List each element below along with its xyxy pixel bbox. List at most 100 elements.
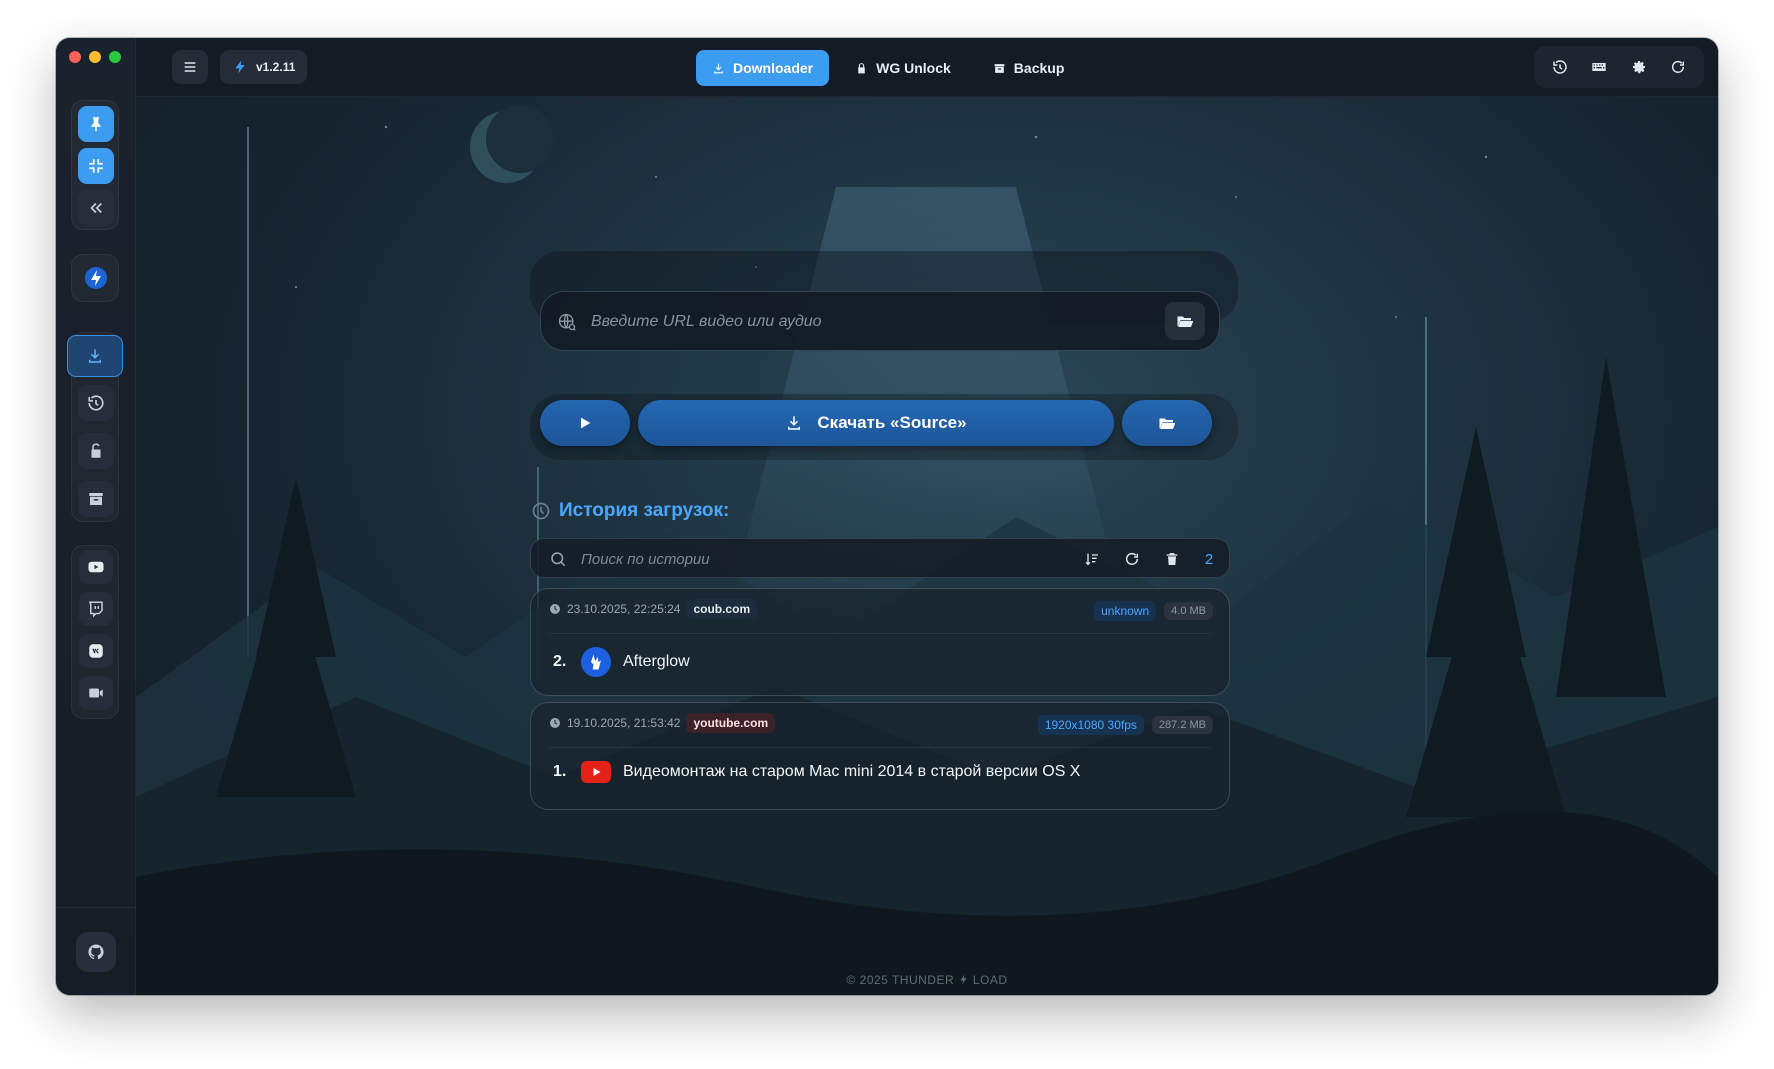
lightning-icon [235, 60, 245, 74]
history-title: История загрузок: [559, 500, 730, 521]
tab-label: Backup [1013, 60, 1065, 76]
lock-icon [858, 62, 865, 73]
history-button[interactable] [1544, 51, 1576, 83]
gear-icon [1632, 61, 1645, 74]
history-item[interactable]: 19.10.2025, 21:53:42 youtube.com 1920x10… [530, 702, 1230, 810]
archive-icon [994, 63, 1005, 73]
globe-search-icon [558, 313, 576, 331]
hamburger-icon [184, 62, 196, 72]
history-item-title: Видеомонтаж на старом Mac mini 2014 в ст… [623, 763, 1081, 780]
toolbar-tools [1534, 46, 1704, 88]
download-icon [89, 349, 101, 363]
service-youtube[interactable] [79, 550, 113, 584]
history-heading: История загрузок: [531, 500, 729, 522]
sort-icon [1085, 553, 1098, 566]
clear-history-button[interactable] [1159, 545, 1185, 573]
sort-button[interactable] [1079, 545, 1105, 573]
github-button[interactable] [76, 932, 116, 972]
collapse-sidebar-button[interactable] [78, 190, 114, 226]
services-group [71, 545, 119, 719]
quality-badge: unknown [1094, 601, 1157, 621]
coub-avatar [581, 647, 611, 677]
clock-icon [550, 604, 560, 614]
history-item-title: Afterglow [623, 653, 690, 670]
history-item-datetime: 23.10.2025, 22:25:24 [567, 602, 681, 616]
keyboard-button[interactable] [1583, 51, 1615, 83]
history-item-site: coub.com [686, 599, 758, 619]
tab-label: Downloader [733, 60, 814, 76]
youtube-icon [88, 561, 104, 573]
nav-wg-unlock[interactable] [78, 433, 114, 469]
history-item-index: 2. [553, 653, 567, 670]
version-badge[interactable]: v1.2.11 [220, 50, 308, 84]
youtube-play-icon [593, 768, 601, 776]
window-controls-group [71, 100, 119, 230]
refresh-button[interactable] [1662, 51, 1694, 83]
history-item-index: 1. [553, 763, 567, 780]
pin-icon [91, 117, 101, 132]
download-button-label: Скачать «Source» [817, 413, 967, 432]
settings-button[interactable] [1623, 51, 1655, 83]
minimize-window-button[interactable] [89, 51, 101, 63]
url-input[interactable] [591, 306, 1151, 338]
history-item-meta: 23.10.2025, 22:25:24 coub.com [549, 599, 758, 619]
history-icon [88, 395, 104, 411]
pin-button[interactable] [78, 106, 114, 142]
history-item-row: 2. Afterglow [553, 647, 690, 677]
menu-button[interactable] [172, 50, 208, 84]
top-bar: v1.2.11 Downloader WG Unlock Backup [136, 38, 1718, 97]
nav-group [67, 332, 123, 522]
service-vk[interactable] [79, 634, 113, 668]
history-item-tags: unknown 4.0 MB [1094, 601, 1213, 621]
history-search-input[interactable] [581, 545, 1061, 573]
history-item-datetime: 19.10.2025, 21:53:42 [567, 716, 681, 730]
trash-icon [1166, 553, 1178, 565]
history-item-meta: 19.10.2025, 21:53:42 youtube.com [549, 713, 776, 733]
history-icon [1553, 60, 1567, 74]
download-button[interactable]: Скачать «Source» [638, 400, 1114, 446]
size-badge: 287.2 MB [1151, 716, 1213, 734]
unlock-icon [91, 443, 101, 458]
footer-brand: LOAD [972, 973, 1008, 987]
nav-downloader[interactable] [67, 335, 123, 377]
open-downloads-folder-button[interactable] [1122, 400, 1212, 446]
version-label: v1.2.11 [256, 60, 296, 74]
history-search-bar: 2 [530, 538, 1230, 578]
tab-backup[interactable]: Backup [977, 50, 1081, 86]
quality-badge: 1920x1080 30fps [1037, 715, 1144, 735]
play-icon [581, 417, 591, 429]
refresh-history-button[interactable] [1119, 545, 1145, 573]
thunder-logo[interactable] [78, 260, 114, 296]
maximize-window-button[interactable] [109, 51, 121, 63]
compress-icon [89, 159, 103, 173]
nav-backup[interactable] [78, 481, 114, 517]
tab-downloader[interactable]: Downloader [696, 50, 830, 86]
sidebar [56, 38, 136, 995]
coub-thumbnail-icon [591, 654, 601, 670]
app-window: v1.2.11 Downloader WG Unlock Backup Введ… [56, 38, 1718, 995]
lightning-icon [960, 974, 967, 985]
twitch-icon [88, 601, 103, 618]
history-count: 2 [1204, 550, 1214, 568]
play-preview-button[interactable] [540, 400, 630, 446]
history-tools: 2 [1079, 545, 1219, 573]
main-tabs: Downloader WG Unlock Backup [696, 50, 1080, 86]
archive-icon [89, 493, 103, 505]
logo-group [71, 254, 119, 302]
service-video[interactable] [79, 676, 113, 710]
history-item[interactable]: 23.10.2025, 22:25:24 coub.com unknown 4.… [530, 588, 1230, 696]
choose-folder-button[interactable] [1165, 302, 1205, 340]
service-twitch[interactable] [79, 592, 113, 626]
clock-icon [550, 718, 560, 728]
download-icon [788, 416, 801, 430]
close-window-button[interactable] [69, 51, 81, 63]
folder-open-icon [1159, 418, 1176, 429]
youtube-logo [581, 761, 611, 783]
divider [549, 747, 1211, 748]
video-camera-icon [89, 688, 103, 698]
tab-wg-unlock[interactable]: WG Unlock [839, 50, 967, 86]
compact-mode-button[interactable] [78, 148, 114, 184]
nav-history[interactable] [78, 385, 114, 421]
footer-copyright: © 2025 THUNDER [846, 973, 955, 987]
url-input-container [540, 291, 1220, 351]
